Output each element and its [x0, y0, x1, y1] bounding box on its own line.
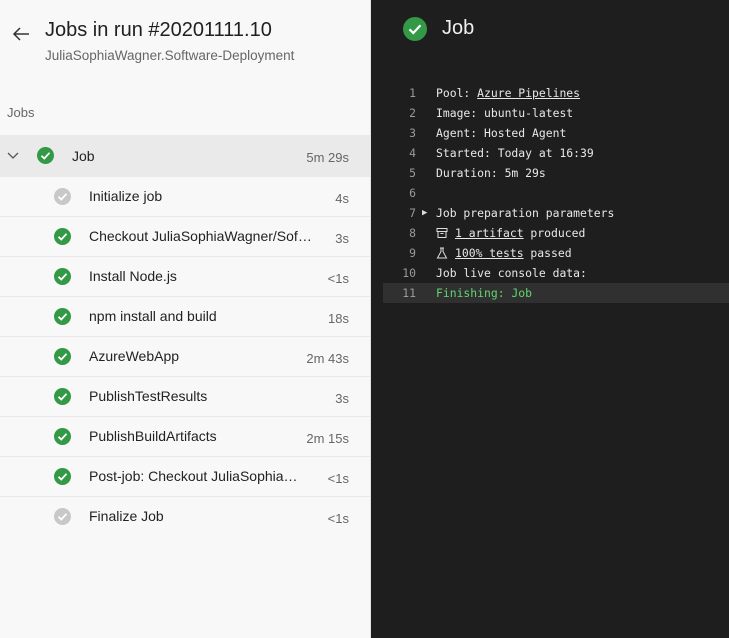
log-title: Job [442, 17, 475, 39]
log-line-highlighted: 11 Finishing: Job [383, 283, 729, 303]
artifact-link[interactable]: 1 artifact [455, 226, 524, 240]
step-name: Post-job: Checkout JuliaSophia… [89, 468, 298, 484]
steps-list: Initialize job 4s Checkout JuliaSophiaWa… [0, 177, 370, 536]
line-number: 8 [409, 226, 416, 240]
log-line: 5 Duration: 5m 29s [383, 163, 729, 183]
step-name: PublishTestResults [89, 388, 208, 404]
line-number: 5 [409, 166, 416, 180]
log-text: Pool: [436, 86, 478, 100]
jobs-panel: Jobs in run #20201111.10 JuliaSophiaWagn… [0, 0, 371, 638]
log-text: Started: Today at 16:39 [436, 146, 594, 160]
step-name: PublishBuildArtifacts [89, 428, 217, 444]
step-duration: 3s [335, 231, 349, 246]
success-check-icon [403, 17, 427, 41]
line-number: 2 [409, 106, 416, 120]
step-duration: 2m 15s [306, 431, 349, 446]
log-text: passed [523, 246, 572, 260]
step-duration: 18s [328, 311, 349, 326]
step-duration: <1s [327, 511, 349, 526]
step-duration: 3s [335, 391, 349, 406]
log-line: 8 1 artifact produced [383, 223, 729, 243]
success-check-icon [54, 268, 71, 285]
skipped-check-icon [54, 188, 71, 205]
log-line: 2 Image: ubuntu-latest [383, 103, 729, 123]
log-panel: Job 1 Pool: Azure Pipelines 2 Image: ubu… [371, 0, 729, 638]
log-text: Finishing: Job [436, 286, 533, 300]
job-row[interactable]: Job 5m 29s [0, 135, 370, 177]
success-check-icon [54, 468, 71, 485]
step-duration: <1s [327, 471, 349, 486]
step-duration: <1s [327, 271, 349, 286]
log-line: 3 Agent: Hosted Agent [383, 123, 729, 143]
log-line: 1 Pool: Azure Pipelines [383, 83, 729, 103]
success-check-icon [37, 147, 54, 164]
tests-link[interactable]: 100% tests [455, 246, 524, 260]
step-name: Install Node.js [89, 268, 177, 284]
step-row[interactable]: Checkout JuliaSophiaWagner/Soft… 3s [0, 217, 370, 257]
step-row[interactable]: Initialize job 4s [0, 177, 370, 217]
step-row[interactable]: AzureWebApp 2m 43s [0, 337, 370, 377]
job-duration: 5m 29s [306, 150, 349, 165]
artifact-icon [436, 228, 448, 238]
pool-link[interactable]: Azure Pipelines [477, 86, 580, 100]
job-name: Job [72, 148, 95, 164]
log-text: produced [523, 226, 586, 240]
expand-triangle-icon[interactable]: ▶ [422, 203, 427, 223]
line-number: 6 [409, 186, 416, 200]
step-name: Checkout JuliaSophiaWagner/Soft… [89, 228, 314, 244]
line-number: 4 [409, 146, 416, 160]
log-line: 10 Job live console data: [383, 263, 729, 283]
line-number: 1 [409, 86, 416, 100]
log-text: Agent: Hosted Agent [436, 126, 567, 140]
line-number: 7 [409, 206, 416, 220]
page-title: Jobs in run #20201111.10 [45, 19, 272, 41]
step-name: Initialize job [89, 188, 163, 204]
log-line-expandable[interactable]: 7 ▶ Job preparation parameters [383, 203, 729, 223]
log-output: 1 Pool: Azure Pipelines 2 Image: ubuntu-… [383, 83, 729, 303]
step-row[interactable]: Install Node.js <1s [0, 257, 370, 297]
line-number: 3 [409, 126, 416, 140]
success-check-icon [54, 428, 71, 445]
chevron-down-icon[interactable] [6, 149, 20, 163]
flask-icon [436, 247, 448, 259]
step-name: AzureWebApp [89, 348, 180, 364]
jobs-section-label: Jobs [7, 105, 35, 120]
step-row[interactable]: Post-job: Checkout JuliaSophia… <1s [0, 457, 370, 497]
log-text: Job preparation parameters [436, 206, 615, 220]
step-name: Finalize Job [89, 508, 164, 524]
line-number: 9 [409, 246, 416, 260]
line-number: 11 [402, 286, 416, 300]
log-line: 9 100% tests passed [383, 243, 729, 263]
step-row[interactable]: PublishBuildArtifacts 2m 15s [0, 417, 370, 457]
log-text: Job live console data: [436, 266, 587, 280]
log-text: Duration: 5m 29s [436, 166, 546, 180]
success-check-icon [54, 228, 71, 245]
success-check-icon [54, 388, 71, 405]
step-row[interactable]: Finalize Job <1s [0, 497, 370, 536]
step-row[interactable]: npm install and build 18s [0, 297, 370, 337]
step-row[interactable]: PublishTestResults 3s [0, 377, 370, 417]
skipped-check-icon [54, 508, 71, 525]
log-line: 6 [383, 183, 729, 203]
back-arrow-icon[interactable] [10, 23, 32, 45]
step-name: npm install and build [89, 308, 217, 324]
success-check-icon [54, 308, 71, 325]
line-number: 10 [402, 266, 416, 280]
success-check-icon [54, 348, 71, 365]
log-text: Image: ubuntu-latest [436, 106, 574, 120]
log-line: 4 Started: Today at 16:39 [383, 143, 729, 163]
pipeline-name: JuliaSophiaWagner.Software-Deployment [45, 48, 295, 63]
step-duration: 2m 43s [306, 351, 349, 366]
step-duration: 4s [335, 191, 349, 206]
